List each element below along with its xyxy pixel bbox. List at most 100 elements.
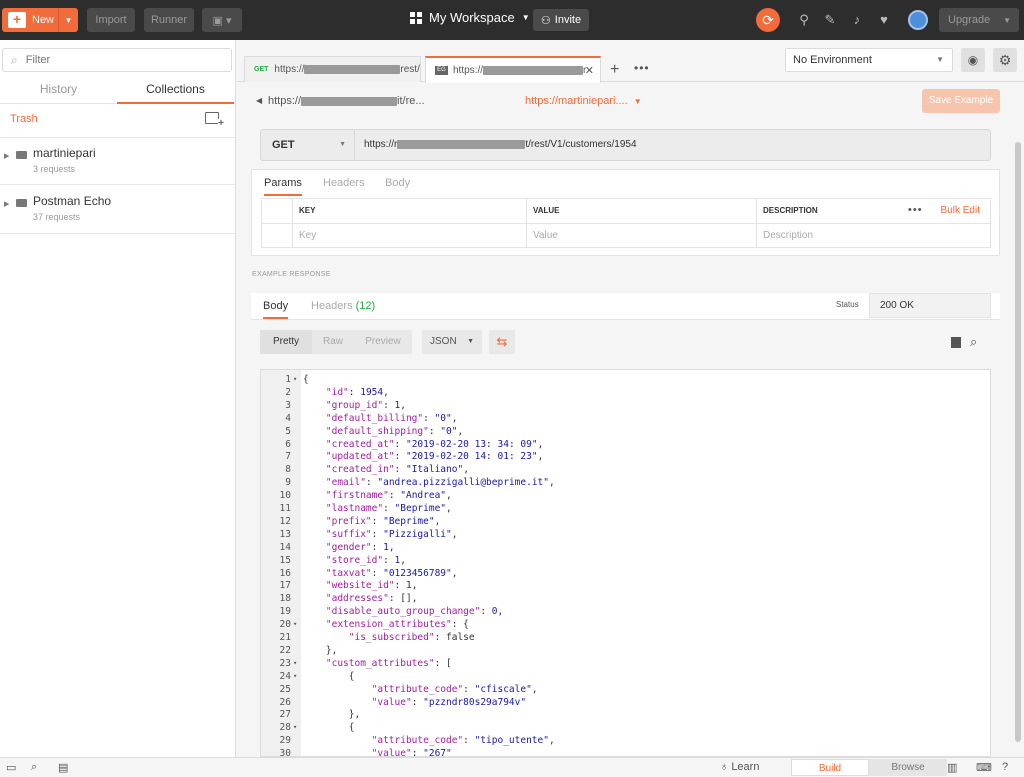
upgrade-button[interactable]: Upgrade ▼ — [939, 8, 1019, 32]
satellite-icon[interactable]: ⚲ — [796, 12, 812, 28]
close-icon[interactable]: ✕ — [585, 64, 594, 77]
save-example-button[interactable]: Save Example — [922, 89, 1000, 113]
format-preview-button[interactable]: Preview — [354, 330, 412, 354]
format-pretty-button[interactable]: Pretty — [260, 330, 312, 354]
wrap-lines-button[interactable]: ⇆ — [489, 330, 515, 354]
more-tabs-icon[interactable]: ••• — [634, 61, 650, 75]
method-selector[interactable]: GET ▼ — [260, 129, 354, 161]
manage-environments-button[interactable]: ⚙ — [993, 48, 1017, 72]
table-row: Key Value Description — [262, 224, 990, 248]
upgrade-label: Upgrade — [948, 14, 991, 26]
search-icon[interactable]: ⌕ — [970, 334, 977, 350]
sidebar-toggle-icon[interactable]: ▭ — [6, 761, 16, 774]
fold-icon[interactable]: ▾ — [293, 373, 297, 386]
collection-count: 37 requests — [33, 212, 81, 222]
new-dropdown-caret[interactable]: ▼ — [58, 8, 78, 32]
new-window-button[interactable]: ▣ ▾ — [202, 8, 242, 32]
line-number: 26 — [279, 696, 291, 708]
chevron-right-icon[interactable]: ▶ — [4, 200, 9, 208]
filter-box[interactable]: ⌕ — [2, 48, 232, 72]
code-line: 6 "created_at": "2019-02-20 13: 34: 09", — [261, 438, 990, 451]
collection-item[interactable]: ▶ Postman Echo 37 requests — [0, 186, 235, 234]
response-body-editor[interactable]: 1 ▾{2 "id": 1954, 3 "group_id": 1, 4 "defau… — [260, 369, 991, 757]
code-text: "created_in": "Italiano", — [325, 464, 469, 476]
tab-url-prefix: https:// — [453, 65, 484, 76]
collection-item[interactable]: ▶ martiniepari 3 requests — [0, 137, 235, 185]
help-icon[interactable]: ? — [1002, 761, 1008, 773]
method-label: GET — [272, 139, 295, 151]
console-icon[interactable]: ▤ — [58, 761, 68, 774]
table-header-row: KEY VALUE DESCRIPTION ••• Bulk Edit — [262, 199, 990, 224]
code-line: 8 "created_in": "Italiano", — [261, 463, 990, 476]
chevron-down-icon: ▼ — [339, 141, 346, 148]
line-number: 29 — [279, 735, 291, 747]
tab-body[interactable]: Body — [385, 170, 410, 196]
bell-icon[interactable]: ♪ — [849, 12, 865, 28]
sync-icon[interactable]: ⟳ — [756, 8, 780, 32]
more-options-icon[interactable]: ••• — [908, 199, 923, 221]
bulk-edit-link[interactable]: Bulk Edit — [941, 199, 980, 223]
example-tab[interactable]: EG https:// r ✕ — [425, 56, 601, 83]
avatar[interactable] — [908, 10, 928, 30]
tab-response-headers[interactable]: Headers (12) — [311, 293, 375, 319]
environment-quick-look-button[interactable]: ◉ — [961, 48, 985, 72]
breadcrumb[interactable]: https:// it/re... — [268, 95, 425, 107]
code-line: 17 "website_id": 1, — [261, 579, 990, 592]
value-input[interactable]: Value — [526, 224, 756, 248]
runner-button[interactable]: Runner — [144, 8, 194, 32]
import-button[interactable]: Import — [87, 8, 135, 32]
search-icon[interactable]: ⌕ — [31, 761, 37, 774]
chevron-right-icon[interactable]: ▶ — [4, 152, 9, 160]
trash-link[interactable]: Trash — [10, 113, 38, 125]
request-tab[interactable]: GET https:// rest/ — [244, 56, 421, 82]
key-input[interactable]: Key — [292, 224, 526, 248]
heart-icon[interactable]: ♥ — [876, 12, 892, 28]
two-pane-icon[interactable]: ▥ — [947, 761, 957, 774]
tab-collections[interactable]: Collections — [117, 78, 234, 104]
tab-history[interactable]: History — [0, 78, 117, 104]
line-number: 28 — [279, 722, 291, 734]
redacted-text — [397, 139, 526, 149]
scrollbar[interactable] — [1015, 142, 1021, 742]
fold-icon[interactable]: ▾ — [293, 618, 297, 631]
invite-button[interactable]: ⚇ Invite — [533, 9, 589, 31]
copy-icon[interactable] — [951, 337, 961, 348]
fold-icon[interactable]: ▾ — [293, 721, 297, 734]
new-collection-icon[interactable] — [205, 112, 224, 129]
environment-selector[interactable]: No Environment ▼ — [785, 48, 953, 72]
build-mode-button[interactable]: Build — [791, 759, 869, 776]
tab-url-prefix: https:// — [274, 64, 305, 75]
learn-link[interactable]: ♁ Learn — [720, 761, 759, 773]
example-name-dropdown[interactable]: https://martiniepari.... ▼ — [525, 95, 642, 107]
fold-icon[interactable]: ▾ — [293, 657, 297, 670]
line-number: 10 — [279, 490, 291, 502]
url-input[interactable]: https://r t/rest/V1/customers/1954 — [354, 129, 991, 161]
workspace-selector[interactable]: My Workspace ▼ — [410, 10, 530, 25]
fold-icon[interactable]: ▾ — [293, 670, 297, 683]
new-button[interactable]: + New ▼ — [2, 8, 78, 32]
chevron-down-icon: ▼ — [1003, 15, 1011, 25]
keyboard-icon[interactable]: ⌨ — [976, 761, 992, 774]
code-line: 14 "gender": 1, — [261, 541, 990, 554]
chevron-down-icon: ▼ — [521, 13, 530, 22]
back-arrow-icon[interactable]: ◀ — [256, 96, 262, 105]
add-tab-icon[interactable]: + — [610, 61, 619, 79]
language-selector[interactable]: JSON ▼ — [422, 330, 482, 354]
status-input[interactable]: 200 OK — [869, 293, 991, 318]
line-number: 11 — [279, 503, 291, 514]
format-raw-button[interactable]: Raw — [312, 330, 354, 354]
tab-params[interactable]: Params — [264, 170, 302, 196]
redacted-text — [304, 65, 401, 74]
lightbulb-icon: ♁ — [720, 761, 729, 773]
folder-icon — [16, 151, 27, 159]
line-number: 8 — [285, 464, 291, 476]
wrench-icon[interactable]: ✎ — [822, 12, 838, 28]
tab-response-body[interactable]: Body — [263, 293, 289, 319]
code-line: 7 "updated_at": "2019-02-20 14: 01: 23", — [261, 450, 990, 463]
tab-url-suffix: rest/ — [400, 64, 420, 75]
description-input[interactable]: Description — [756, 224, 990, 248]
browse-mode-button[interactable]: Browse — [869, 759, 947, 776]
filter-input[interactable] — [25, 54, 206, 66]
tab-headers[interactable]: Headers — [323, 170, 365, 196]
code-line: 1 ▾ { — [261, 373, 990, 386]
